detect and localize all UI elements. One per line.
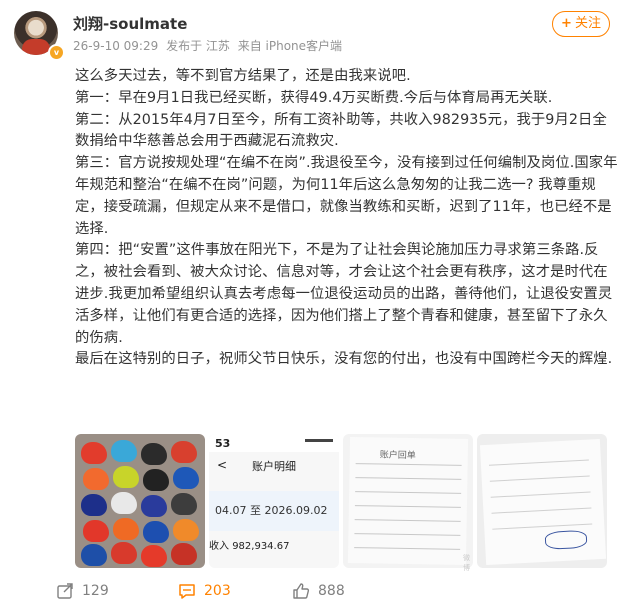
shoe-image [173, 519, 199, 541]
shoe-image [111, 492, 137, 514]
post-paragraph: 第一：早在9月1日我已经买断，获得49.4万买断费.今后与体育局再无关联. [75, 89, 553, 106]
note-line [489, 475, 590, 482]
table-line [355, 491, 462, 494]
post-paragraph: 最后在这特别的日子，祝师父节日快乐，没有您的付出，也没有中国跨栏今天的辉煌. [75, 351, 613, 368]
repost-count: 129 [82, 583, 109, 599]
repost-button[interactable]: 129 [56, 576, 109, 606]
photo-handwritten-note[interactable] [477, 434, 607, 568]
shoe-image [171, 493, 197, 515]
post-meta: 26-9-10 09:29 发布于 江苏 来自 iPhone客户端 [73, 37, 346, 54]
photo-spikes[interactable] [75, 434, 205, 568]
weibo-watermark: 微博 [463, 554, 470, 572]
shoe-image [113, 466, 139, 488]
income-row: 收入 982,934.67 [209, 537, 289, 552]
post-client: 来自 iPhone客户端 [237, 39, 343, 53]
follow-label: 关注 [574, 16, 601, 31]
follow-button[interactable]: + 关注 [552, 11, 610, 37]
receipt-paper: 账户回单 [347, 436, 469, 566]
post-username[interactable]: 刘翔-soulmate [73, 13, 187, 34]
verified-badge-icon: v [48, 44, 65, 61]
shoe-image [83, 520, 109, 542]
repost-icon [57, 583, 73, 599]
like-button[interactable]: 888 [292, 576, 345, 606]
post-location: 发布于 江苏 [166, 39, 230, 53]
note-line [492, 523, 593, 530]
avatar-figure [22, 39, 50, 55]
note-line [488, 459, 589, 466]
date-range: 04.07 至 2026.09.02 [209, 491, 339, 531]
post-paragraph: 第二：从2015年4月7日至今，所有工资补助等，共收入982935元，我于9月2… [75, 111, 607, 150]
shoe-image [171, 441, 197, 463]
income-value: 982,934.67 [232, 541, 290, 552]
thumbs-up-icon [293, 583, 310, 599]
signature-scribble [544, 529, 588, 550]
shoe-image [173, 467, 199, 489]
post-paragraph: 第三：官方说按规处理“在编不在岗”.我退役至今，没有接到过任何编制及岗位.国家年… [75, 155, 618, 237]
post-paragraph: 这么多天过去，等不到官方结果了，还是由我来说吧. [75, 68, 411, 84]
weibo-post-card: v 刘翔-soulmate 26-9-10 09:29 发布于 江苏 来自 iP… [0, 0, 635, 610]
shoe-image [111, 542, 137, 564]
shoe-image [141, 443, 167, 465]
shoe-image [171, 543, 197, 565]
like-count: 888 [318, 583, 345, 599]
note-line [490, 491, 591, 498]
plus-icon: + [561, 16, 572, 31]
table-line [355, 477, 462, 480]
comment-count: 203 [204, 583, 231, 599]
shoe-image [141, 495, 167, 517]
comment-icon [179, 584, 195, 599]
table-line [355, 463, 462, 466]
shoe-image [81, 494, 107, 516]
table-line [354, 505, 461, 508]
photo-bank-statement[interactable]: 53 < 账户明细 04.07 至 2026.09.02 收入 982,934.… [209, 434, 339, 568]
post-paragraph: 第四：把“安置”这件事放在阳光下，不是为了让社会舆论施加压力寻求第三条路.反之，… [75, 242, 613, 346]
table-line [354, 533, 461, 536]
shoe-image [83, 468, 109, 490]
status-time: 53 [215, 437, 231, 450]
action-bar: 129 203 888 [0, 576, 635, 606]
post-body: 这么多天过去，等不到官方结果了，还是由我来说吧. 第一：早在9月1日我已经买断，… [75, 66, 621, 371]
shoe-image [111, 440, 137, 462]
post-date[interactable]: 26-9-10 09:29 [73, 39, 158, 53]
shoe-image [143, 521, 169, 543]
table-line [354, 519, 461, 522]
shoe-image [81, 544, 107, 566]
note-paper [479, 438, 607, 566]
comment-button[interactable]: 203 [178, 576, 231, 606]
shoe-image [143, 469, 169, 491]
shoe-image [141, 545, 167, 567]
income-label: 收入 [209, 541, 229, 552]
signal-icon [305, 439, 333, 449]
photo-receipt[interactable]: 账户回单 [343, 434, 473, 568]
shoe-image [81, 442, 107, 464]
shoe-image [113, 518, 139, 540]
receipt-title: 账户回单 [379, 450, 416, 462]
table-line [354, 547, 461, 550]
note-line [491, 507, 592, 514]
statement-title: 账户明细 [252, 460, 296, 473]
